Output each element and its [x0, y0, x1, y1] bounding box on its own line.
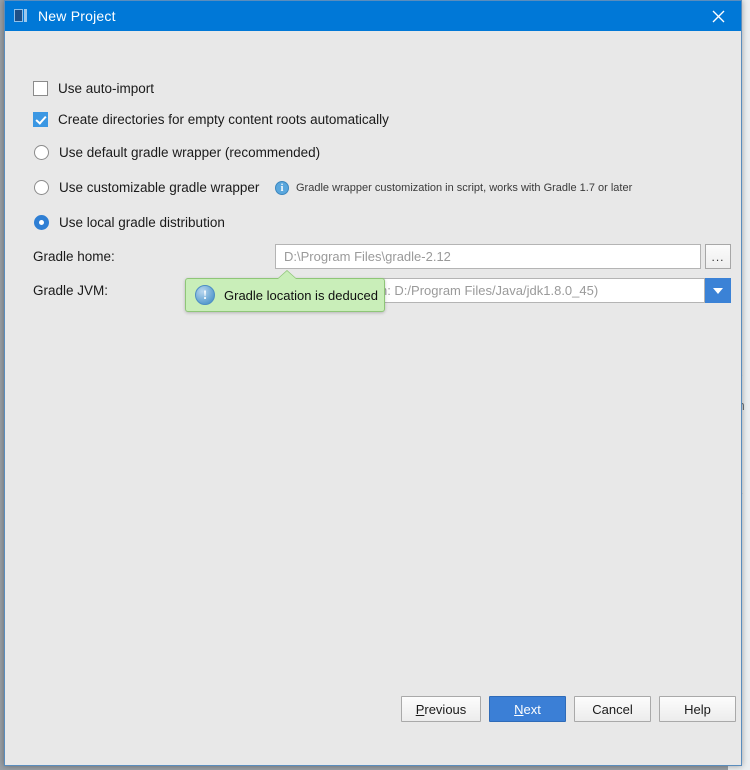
dialog-titlebar: New Project: [5, 1, 741, 31]
cancel-button[interactable]: Cancel: [574, 696, 651, 722]
radio-row-customizable-wrapper[interactable]: Use customizable gradle wrapper: [34, 180, 259, 195]
dialog-content: Use auto-import Create directories for e…: [5, 31, 741, 736]
radio-row-local-distribution[interactable]: Use local gradle distribution: [34, 215, 225, 230]
radio-default-gradle-wrapper[interactable]: [34, 145, 49, 160]
gradle-home-input[interactable]: D:\Program Files\gradle-2.12: [275, 244, 701, 269]
checkbox-row-create-directories[interactable]: Create directories for empty content roo…: [33, 112, 389, 127]
radio-label-default-gradle-wrapper: Use default gradle wrapper (recommended): [59, 145, 321, 160]
tooltip-tail: [278, 271, 296, 279]
dialog-footer: Previous Next Cancel Help: [5, 676, 741, 736]
radio-local-gradle-distribution[interactable]: [34, 215, 49, 230]
radio-label-local-gradle-distribution: Use local gradle distribution: [59, 215, 225, 230]
gradle-jvm-dropdown-arrow[interactable]: [705, 278, 731, 303]
previous-button[interactable]: Previous: [401, 696, 481, 722]
dialog-title: New Project: [38, 8, 116, 24]
radio-row-default-wrapper[interactable]: Use default gradle wrapper (recommended): [34, 145, 320, 160]
intellij-module-icon: [14, 8, 30, 24]
tooltip-text: Gradle location is deduced: [224, 287, 378, 303]
deduced-location-tooltip: ! Gradle location is deduced: [185, 270, 385, 312]
help-button[interactable]: Help: [659, 696, 736, 722]
gradle-jvm-label: Gradle JVM:: [33, 283, 109, 298]
gradle-home-label: Gradle home:: [33, 249, 115, 264]
checkbox-create-directories[interactable]: [33, 112, 48, 127]
new-project-dialog: New Project Use auto-import Create direc…: [4, 0, 742, 766]
screen: S m c E New Project Use auto-import: [0, 0, 750, 770]
checkbox-label-create-directories: Create directories for empty content roo…: [58, 112, 389, 127]
info-icon: i: [275, 181, 289, 195]
radio-customizable-gradle-wrapper[interactable]: [34, 180, 49, 195]
exclamation-icon: !: [195, 285, 215, 305]
wrapper-hint: i Gradle wrapper customization in script…: [275, 181, 632, 195]
next-button[interactable]: Next: [489, 696, 566, 722]
checkbox-label-use-auto-import: Use auto-import: [58, 81, 155, 96]
checkbox-row-auto-import[interactable]: Use auto-import: [33, 81, 154, 96]
radio-label-customizable-gradle-wrapper: Use customizable gradle wrapper: [59, 180, 260, 195]
gradle-home-browse-button[interactable]: ...: [705, 244, 731, 269]
checkbox-use-auto-import[interactable]: [33, 81, 48, 96]
close-icon[interactable]: [695, 1, 741, 31]
wrapper-hint-text: Gradle wrapper customization in script, …: [296, 182, 633, 194]
